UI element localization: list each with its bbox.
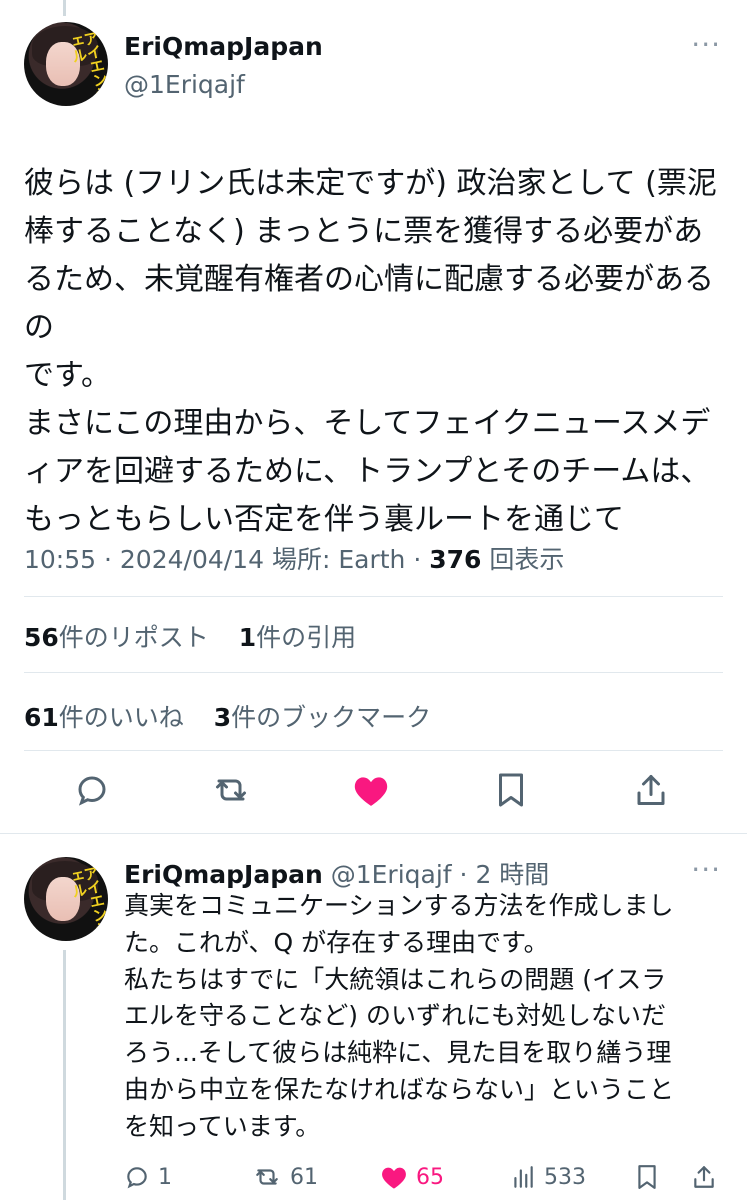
reply-time[interactable]: 2 時間 <box>475 860 549 889</box>
views-bar-chart-icon <box>514 1166 533 1188</box>
divider <box>0 833 747 834</box>
avatar-text: アイエンジェル <box>65 864 108 937</box>
reply-header: EriQmapJapan @1Eriqajf · 2 時間 <box>124 860 550 889</box>
reply-author-name[interactable]: EriQmapJapan <box>124 860 323 889</box>
tweet-text: 彼らは (フリン氏は未定ですが) 政治家として (票泥 棒することなく) まっと… <box>24 166 717 537</box>
avatar-text: アイエンジェル <box>65 29 108 102</box>
quotes-link[interactable]: 1件の引用 <box>239 623 356 652</box>
author-handle[interactable]: @1Eriqajf <box>124 70 245 99</box>
thread-line-top <box>63 0 66 16</box>
reply-share-button[interactable] <box>692 1164 716 1190</box>
reply-text: 真実をコミュニケーションする方法を作成しまし た。これが、Q が存在する理由です… <box>124 891 675 1141</box>
like-heart-icon[interactable] <box>351 770 391 810</box>
reply-bookmark-button[interactable] <box>636 1164 658 1190</box>
reposts-link[interactable]: 56件のリポスト <box>24 623 209 652</box>
divider <box>24 596 723 597</box>
bookmark-icon[interactable] <box>491 770 531 810</box>
reply-avatar[interactable]: アイエンジェル <box>24 857 108 941</box>
repost-count: 61 <box>290 1164 318 1190</box>
divider <box>24 672 723 673</box>
reply-views-button[interactable]: 533 <box>510 1164 586 1190</box>
more-options-icon[interactable]: ··· <box>691 28 721 61</box>
repost-stats: 56件のリポスト 1件の引用 <box>24 618 356 654</box>
views-count: 376 <box>429 545 482 574</box>
tweet-time[interactable]: 10:55 <box>24 545 96 574</box>
repost-icon[interactable] <box>211 770 251 810</box>
bookmarks-link[interactable]: 3件のブックマーク <box>214 703 431 732</box>
tweet-action-bar <box>24 770 723 820</box>
reply-like-button[interactable]: 65 <box>380 1164 444 1190</box>
divider <box>24 750 723 751</box>
reply-action-bar: 1 61 65 533 <box>124 1160 724 1200</box>
views-label: 回表示 <box>489 545 565 574</box>
repost-icon <box>256 1169 278 1185</box>
reply-more-options-icon[interactable]: ··· <box>691 853 721 886</box>
likes-link[interactable]: 61件のいいね <box>24 703 184 732</box>
tweet-location: 場所: Earth <box>271 545 406 574</box>
views-count: 533 <box>544 1164 586 1190</box>
reply-count: 1 <box>158 1164 172 1190</box>
tweet-meta: 10:55 · 2024/04/14 場所: Earth · 376 回表示 <box>24 545 565 574</box>
share-icon[interactable] <box>631 770 671 810</box>
bookmark-icon <box>638 1165 656 1189</box>
avatar[interactable]: アイエンジェル <box>24 22 108 106</box>
reply-icon[interactable] <box>72 770 112 810</box>
reply-author-handle[interactable]: @1Eriqajf <box>331 860 452 889</box>
tweet-date[interactable]: 2024/04/14 <box>120 545 264 574</box>
share-icon <box>694 1166 714 1188</box>
reply-repost-button[interactable]: 61 <box>252 1164 318 1190</box>
reply-reply-button[interactable]: 1 <box>124 1164 172 1190</box>
like-stats: 61件のいいね 3件のブックマーク <box>24 698 431 734</box>
reply-icon <box>127 1167 147 1189</box>
like-heart-icon <box>382 1167 406 1189</box>
thread-line <box>63 950 66 1200</box>
like-count: 65 <box>416 1164 444 1190</box>
author-name[interactable]: EriQmapJapan <box>124 32 323 61</box>
